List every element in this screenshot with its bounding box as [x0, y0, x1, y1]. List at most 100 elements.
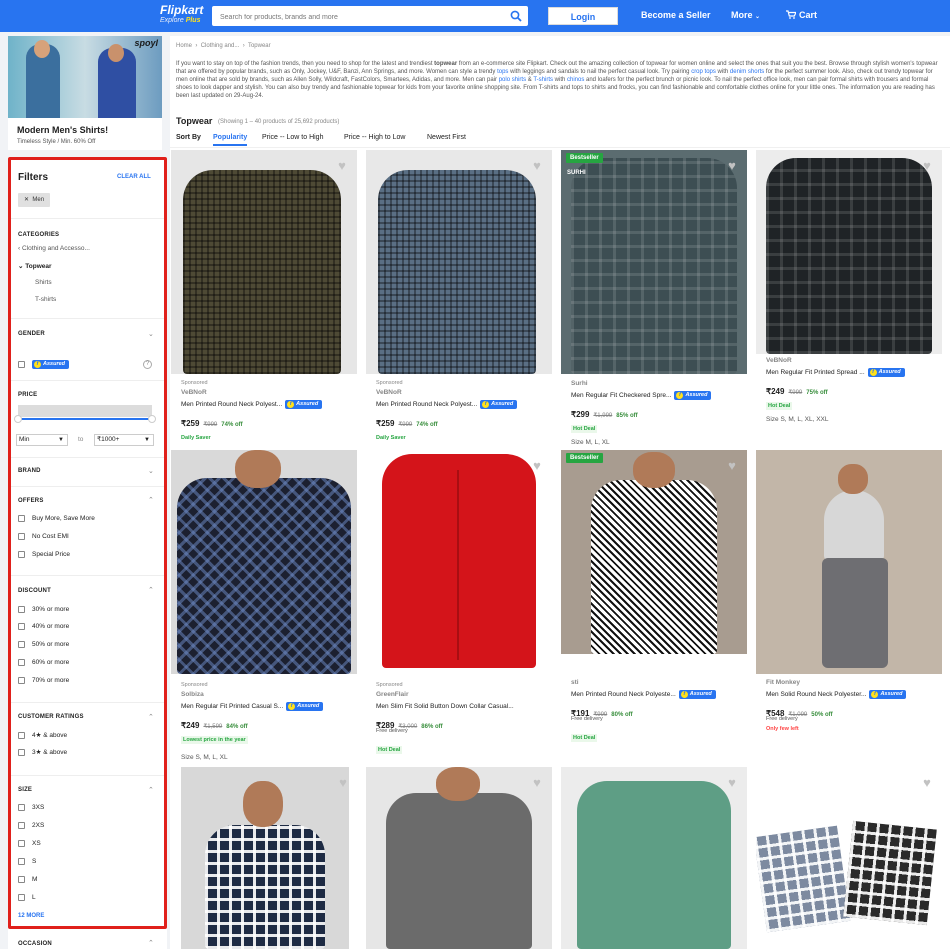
price-max-select[interactable]: ₹1000+ ▼ — [94, 434, 154, 446]
cart-link[interactable]: Cart — [786, 10, 817, 20]
become-seller-link[interactable]: Become a Seller — [641, 10, 711, 20]
chevron-up-icon[interactable]: ⌃ — [148, 496, 154, 504]
chevron-down-icon[interactable]: ⌄ — [148, 467, 154, 475]
discount-option[interactable]: 60% or more — [18, 657, 69, 667]
wishlist-heart-icon[interactable]: ♥ — [920, 776, 934, 790]
checkbox[interactable] — [18, 640, 25, 648]
assured-filter[interactable]: f Assured — [18, 359, 70, 369]
wishlist-heart-icon[interactable]: ♥ — [335, 159, 349, 173]
rating-option[interactable]: 3★ & above — [18, 747, 67, 757]
product-card[interactable]: ♥ — [756, 767, 942, 949]
checkbox[interactable] — [18, 550, 25, 558]
login-button[interactable]: Login — [548, 7, 618, 25]
flipkart-logo[interactable]: Flipkart Explore Plus — [160, 4, 203, 25]
checkbox[interactable] — [18, 532, 25, 540]
wishlist-heart-icon[interactable]: ♥ — [530, 776, 544, 790]
rating-option[interactable]: 4★ & above — [18, 730, 67, 740]
product-card[interactable]: Fit Monkey Men Solid Round Neck Polyeste… — [756, 450, 942, 765]
size-more-link[interactable]: 12 MORE — [18, 913, 44, 919]
breadcrumb-home[interactable]: Home — [176, 43, 192, 49]
category-shirts[interactable]: Shirts — [35, 279, 52, 286]
ratings-title[interactable]: CUSTOMER RATINGS — [18, 714, 84, 720]
chevron-up-icon[interactable]: ⌃ — [148, 939, 154, 947]
breadcrumb-topwear[interactable]: Topwear — [248, 43, 271, 49]
chevron-up-icon[interactable]: ⌃ — [148, 586, 154, 594]
offer-option[interactable]: Special Price — [18, 549, 70, 559]
price-slider-track[interactable] — [18, 418, 152, 420]
checkbox[interactable] — [18, 605, 25, 613]
product-title[interactable]: Men Printed Round Neck Polyeste... f Assur… — [571, 689, 743, 700]
sort-popularity[interactable]: Popularity — [213, 134, 248, 146]
checkbox[interactable] — [18, 676, 25, 684]
brand-title[interactable]: BRAND — [18, 468, 41, 474]
wishlist-heart-icon[interactable]: ♥ — [725, 776, 739, 790]
wishlist-heart-icon[interactable]: ♥ — [530, 159, 544, 173]
gender-title[interactable]: GENDER — [18, 331, 45, 337]
intro-link-polo-shirts[interactable]: polo shirts — [499, 77, 526, 83]
product-card[interactable]: Bestseller ♥ sti Men Printed Round Neck … — [561, 450, 747, 765]
discount-title[interactable]: DISCOUNT — [18, 588, 51, 594]
sort-newest[interactable]: Newest First — [427, 134, 466, 141]
checkbox[interactable] — [18, 893, 25, 901]
size-title[interactable]: SIZE — [18, 787, 32, 793]
category-current[interactable]: ⌄ Topwear — [18, 262, 52, 270]
product-card[interactable]: Sponsored Solbiza Men Regular Fit Printe… — [171, 450, 357, 765]
discount-option[interactable]: 70% or more — [18, 675, 69, 685]
checkbox[interactable] — [18, 748, 25, 756]
intro-link-crop-tops[interactable]: crop tops — [691, 69, 716, 75]
checkbox[interactable] — [18, 514, 25, 522]
product-title[interactable]: Men Regular Fit Checkered Spre... f Assure… — [571, 390, 743, 401]
price-slider-min-handle[interactable] — [14, 415, 22, 423]
size-option[interactable]: XS — [18, 838, 41, 848]
product-card[interactable]: ♥ Sponsored VeBNoR Men Printed Round Nec… — [171, 150, 357, 446]
checkbox[interactable] — [18, 731, 25, 739]
price-min-select[interactable]: Min ▼ — [16, 434, 68, 446]
wishlist-heart-icon[interactable]: ♥ — [920, 159, 934, 173]
product-card[interactable]: ♥ — [366, 767, 552, 949]
wishlist-heart-icon[interactable]: ♥ — [530, 459, 544, 473]
chevron-up-icon[interactable]: ⌃ — [148, 786, 154, 794]
price-slider-max-handle[interactable] — [148, 415, 156, 423]
size-option[interactable]: 3XS — [18, 802, 44, 812]
product-card[interactable]: ♥ Sponsored VeBNoR Men Printed Round Nec… — [366, 150, 552, 446]
wishlist-heart-icon[interactable]: ♥ — [336, 776, 350, 790]
help-icon[interactable]: ? — [143, 360, 152, 369]
checkbox[interactable] — [18, 658, 25, 666]
intro-link-tops[interactable]: tops — [497, 69, 508, 75]
wishlist-heart-icon[interactable]: ♥ — [725, 459, 739, 473]
wishlist-heart-icon[interactable]: ♥ — [725, 159, 739, 173]
size-option[interactable]: M — [18, 874, 37, 884]
category-tshirts[interactable]: T-shirts — [35, 296, 56, 303]
checkbox[interactable] — [18, 821, 25, 829]
size-option[interactable]: L — [18, 892, 36, 902]
breadcrumb-clothing[interactable]: Clothing and... — [201, 43, 240, 49]
discount-option[interactable]: 30% or more — [18, 604, 69, 614]
product-card[interactable]: SURHI Bestseller ♥ Surhi Men Regular Fit… — [561, 150, 747, 446]
occasion-title[interactable]: OCCASION — [18, 941, 52, 947]
size-option[interactable]: 2XS — [18, 820, 44, 830]
intro-link-tshirts[interactable]: T-shirts — [533, 77, 553, 83]
size-option[interactable]: S — [18, 856, 36, 866]
discount-option[interactable]: 40% or more — [18, 621, 69, 631]
intro-link-chinos[interactable]: chinos — [567, 77, 584, 83]
more-menu[interactable]: More ⌄ — [731, 10, 760, 20]
chevron-down-icon[interactable]: ⌄ — [148, 330, 154, 338]
close-icon[interactable]: ✕ — [24, 197, 29, 203]
product-title[interactable]: Men Printed Round Neck Polyest... f Assure… — [181, 399, 353, 410]
product-title[interactable]: Men Regular Fit Printed Casual S... f Assu… — [181, 701, 353, 712]
offers-title[interactable]: OFFERS — [18, 498, 44, 504]
offer-option[interactable]: Buy More, Save More — [18, 513, 95, 523]
checkbox[interactable] — [18, 803, 25, 811]
product-card[interactable]: ♥ VeBNoR Men Regular Fit Printed Spread … — [756, 150, 942, 446]
offer-option[interactable]: No Cost EMI — [18, 531, 69, 541]
search-input[interactable] — [212, 7, 492, 28]
discount-option[interactable]: 50% or more — [18, 639, 69, 649]
search-icon[interactable] — [510, 10, 522, 22]
checkbox[interactable] — [18, 360, 25, 368]
checkbox[interactable] — [18, 839, 25, 847]
checkbox[interactable] — [18, 875, 25, 883]
product-title[interactable]: Men Slim Fit Solid Button Down Collar Ca… — [376, 701, 548, 712]
product-card[interactable]: ♥ Sponsored GreenFlair Men Slim Fit Soli… — [366, 450, 552, 765]
checkbox[interactable] — [18, 622, 25, 630]
product-card[interactable]: ♥ — [181, 767, 349, 949]
